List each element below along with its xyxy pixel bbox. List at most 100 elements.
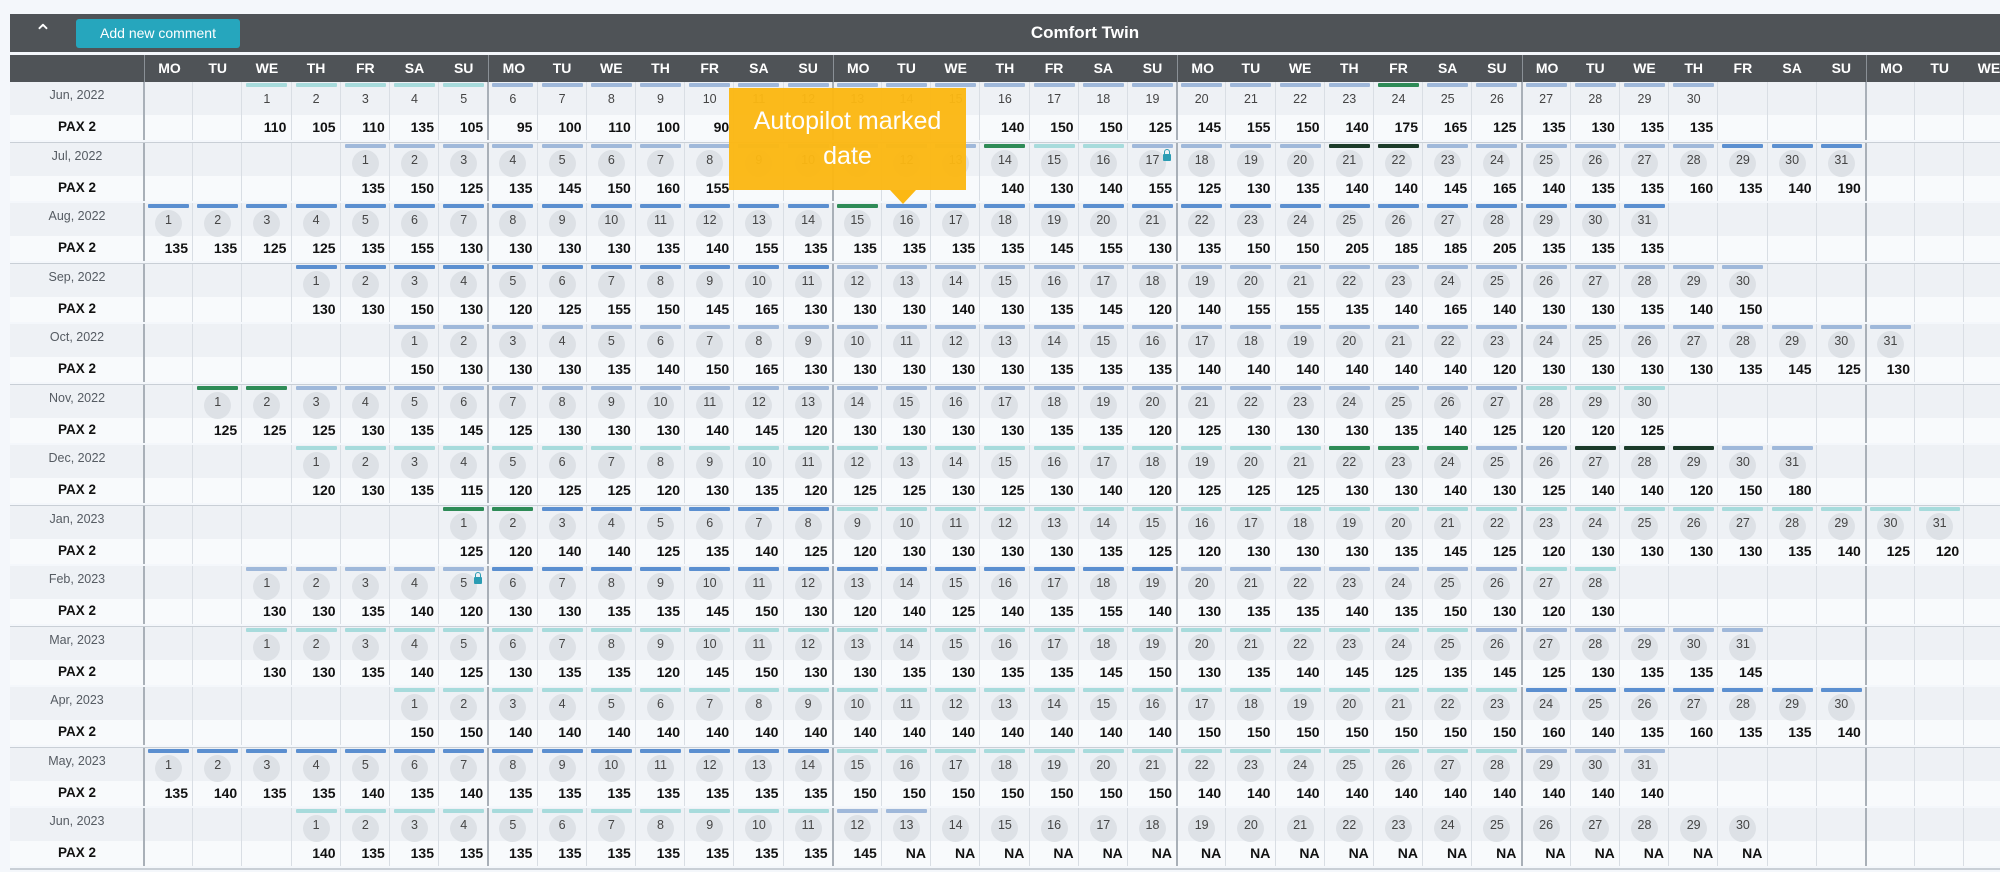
day-cell[interactable]: 4 115 (439, 445, 488, 503)
day-cell[interactable]: 18 130 (1276, 506, 1325, 564)
day-cell[interactable]: 9 120 (833, 506, 882, 564)
day-cell[interactable]: 8 135 (587, 566, 636, 624)
day-cell[interactable]: 1 150 (390, 324, 439, 382)
day-cell[interactable]: 1 110 (242, 82, 291, 140)
day-cell[interactable]: 7 155 (587, 264, 636, 322)
day-cell[interactable]: 21 NA (1276, 808, 1325, 866)
day-cell[interactable]: 12 135 (685, 748, 734, 806)
day-cell[interactable]: 24 135 (1374, 566, 1423, 624)
day-cell[interactable]: 12 145 (833, 808, 882, 866)
day-cell[interactable]: 19 125 (1128, 82, 1177, 140)
day-cell[interactable]: 13 130 (1030, 506, 1079, 564)
day-cell[interactable]: 14 NA (931, 808, 980, 866)
day-cell[interactable]: 26 130 (1669, 506, 1718, 564)
day-cell[interactable]: 20 140 (1325, 324, 1374, 382)
day-cell[interactable]: 14 140 (882, 566, 931, 624)
day-cell[interactable]: 14 140 (1030, 687, 1079, 745)
day-cell[interactable]: 22 135 (1177, 203, 1226, 261)
day-cell[interactable]: 29 135 (1718, 143, 1767, 201)
day-cell[interactable]: 7 130 (538, 566, 587, 624)
day-cell[interactable]: 21 135 (1226, 566, 1275, 624)
day-cell[interactable]: 26 185 (1374, 203, 1423, 261)
day-cell[interactable]: 13 140 (980, 687, 1029, 745)
day-cell[interactable]: 16 135 (882, 203, 931, 261)
day-cell[interactable]: 13 135 (734, 748, 783, 806)
day-cell[interactable]: 2 105 (292, 82, 341, 140)
day-cell[interactable]: 24 130 (1571, 506, 1620, 564)
day-cell[interactable]: 19 150 (1030, 748, 1079, 806)
day-cell[interactable]: 5 135 (390, 385, 439, 443)
day-cell[interactable]: 22 150 (1423, 687, 1472, 745)
day-cell[interactable]: 31 135 (1620, 203, 1669, 261)
day-cell[interactable]: 3 110 (341, 82, 390, 140)
day-cell[interactable]: 22 140 (1276, 627, 1325, 685)
day-cell[interactable]: 13 130 (882, 264, 931, 322)
day-cell[interactable]: 6 140 (636, 687, 685, 745)
day-cell[interactable]: 26 130 (1620, 324, 1669, 382)
day-cell[interactable]: 21 145 (1423, 506, 1472, 564)
day-cell[interactable]: 30 135 (1571, 203, 1620, 261)
day-cell[interactable]: 16 135 (1128, 324, 1177, 382)
day-cell[interactable]: 14 135 (1030, 324, 1079, 382)
day-cell[interactable]: 27 160 (1669, 687, 1718, 745)
day-cell[interactable]: 11 135 (636, 748, 685, 806)
day-cell[interactable]: 22 125 (1472, 506, 1521, 564)
day-cell[interactable]: 30 125 (1817, 324, 1866, 382)
day-cell[interactable]: 28 140 (1472, 748, 1521, 806)
day-cell[interactable]: 24 165 (1472, 143, 1521, 201)
day-cell[interactable]: 18 150 (1079, 82, 1128, 140)
day-cell[interactable]: 4 140 (587, 506, 636, 564)
day-cell[interactable]: 7 140 (685, 687, 734, 745)
day-cell[interactable]: 23 140 (1226, 748, 1275, 806)
day-cell[interactable]: 23 130 (1374, 445, 1423, 503)
day-cell[interactable]: 11 130 (882, 324, 931, 382)
day-cell[interactable]: 27 130 (1718, 506, 1767, 564)
day-cell[interactable]: 21 150 (1374, 687, 1423, 745)
day-cell[interactable]: 18 140 (1226, 324, 1275, 382)
day-cell[interactable]: 12 125 (833, 445, 882, 503)
day-cell[interactable]: 15 130 (980, 264, 1029, 322)
day-cell[interactable]: 4 140 (538, 687, 587, 745)
day-cell[interactable]: 10 130 (587, 203, 636, 261)
day-cell[interactable]: 7 130 (439, 203, 488, 261)
day-cell[interactable]: 15 125 (1128, 506, 1177, 564)
day-cell[interactable]: 6 130 (488, 627, 537, 685)
day-cell[interactable]: 7 125 (587, 445, 636, 503)
day-cell[interactable]: 2 135 (193, 203, 242, 261)
day-cell[interactable]: 28 130 (1571, 627, 1620, 685)
day-cell[interactable]: 4 135 (488, 143, 537, 201)
day-cell[interactable]: 13 130 (980, 324, 1029, 382)
day-cell[interactable]: 4 140 (390, 627, 439, 685)
day-cell[interactable]: 3 130 (488, 324, 537, 382)
day-cell[interactable]: 25 140 (1472, 264, 1521, 322)
day-cell[interactable]: 23 120 (1472, 324, 1521, 382)
day-cell[interactable]: 13 120 (833, 566, 882, 624)
day-cell[interactable]: 23 145 (1325, 627, 1374, 685)
day-cell[interactable]: 24 175 (1374, 82, 1423, 140)
day-cell[interactable]: 11 140 (882, 687, 931, 745)
day-cell[interactable]: 8 155 (685, 143, 734, 201)
day-cell[interactable]: 31 190 (1817, 143, 1866, 201)
day-cell[interactable]: 11 130 (931, 506, 980, 564)
day-cell[interactable]: 31 180 (1768, 445, 1817, 503)
day-cell[interactable]: 16 135 (980, 627, 1029, 685)
day-cell[interactable]: 27 120 (1522, 566, 1571, 624)
day-cell[interactable]: 28 140 (1620, 445, 1669, 503)
day-cell[interactable]: 5 135 (488, 808, 537, 866)
day-cell[interactable]: 5 120 (488, 445, 537, 503)
day-cell[interactable]: 3 150 (390, 264, 439, 322)
day-cell[interactable]: 27 125 (1522, 627, 1571, 685)
day-cell[interactable]: 29 145 (1768, 324, 1817, 382)
day-cell[interactable]: 2 130 (341, 264, 390, 322)
day-cell[interactable]: 29 140 (1669, 264, 1718, 322)
day-cell[interactable]: 27 125 (1472, 385, 1521, 443)
day-cell[interactable]: 15 NA (980, 808, 1029, 866)
day-cell[interactable]: 20 130 (1177, 627, 1226, 685)
day-cell[interactable]: 17 130 (1226, 506, 1275, 564)
day-cell[interactable]: 17 130 (980, 385, 1029, 443)
day-cell[interactable]: 26 NA (1522, 808, 1571, 866)
day-cell[interactable]: 28 135 (1768, 506, 1817, 564)
day-cell[interactable]: 7 140 (439, 748, 488, 806)
day-cell[interactable]: 20 135 (1374, 506, 1423, 564)
day-cell[interactable]: 29 140 (1522, 748, 1571, 806)
